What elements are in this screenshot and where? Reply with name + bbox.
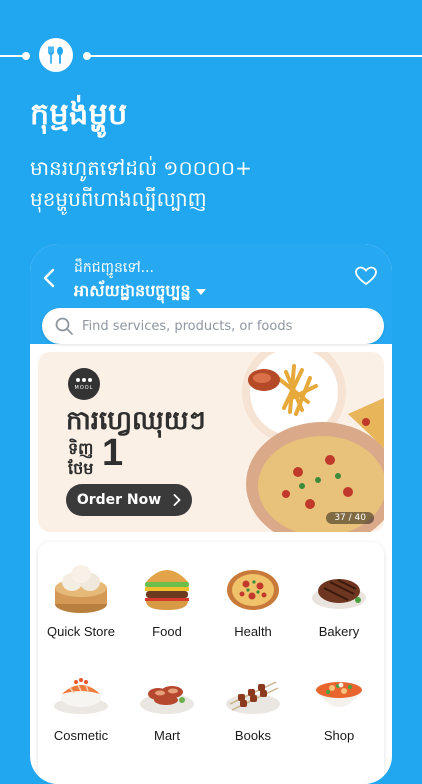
category-label: Health: [234, 624, 272, 639]
category-food[interactable]: Food: [124, 546, 210, 642]
address-selector[interactable]: អាស័យដ្ឋានបច្ចុប្បន្ន: [74, 280, 207, 304]
category-label: Food: [152, 624, 182, 639]
caret-down-icon: [196, 289, 207, 295]
favorite-button[interactable]: [354, 264, 378, 288]
carousel-page-counter: 37 / 40: [326, 512, 374, 524]
steak-icon: [312, 579, 366, 609]
app-preview: ដឹកជញ្ជូនទៅ... អាស័យដ្ឋានបច្ចុប្បន្ន Fin…: [30, 244, 392, 784]
burger-icon: [145, 570, 189, 610]
timeline-line: [0, 55, 26, 57]
timeline-line: [86, 55, 422, 57]
sushi-icon: [54, 678, 108, 714]
skewers-icon: [226, 681, 280, 714]
heart-icon: [355, 266, 377, 286]
category-mart[interactable]: Mart: [124, 650, 210, 746]
category-bakery[interactable]: Bakery: [296, 546, 382, 642]
dumpling-basket-icon: [55, 565, 107, 613]
order-now-label: Order Now: [76, 492, 162, 508]
chevron-left-icon: [43, 268, 55, 288]
category-books[interactable]: Books: [210, 650, 296, 746]
category-label: Bakery: [318, 624, 360, 639]
pizza-fries-illustration: [242, 352, 384, 532]
category-label: Books: [234, 728, 272, 743]
category-label: Shop: [323, 728, 355, 743]
category-cosmetic[interactable]: Cosmetic: [38, 650, 124, 746]
back-button[interactable]: [38, 266, 62, 290]
promo-free-count: 1: [102, 432, 124, 474]
category-label: Mart: [154, 728, 180, 743]
headline: កុម្មង់ម្ហូប: [30, 97, 128, 132]
promo-free-label: ថែម: [68, 459, 94, 478]
subtitle-line-2: មុខម្ហូបពីហាងល្បីល្បាញ: [30, 187, 207, 211]
pizza-icon: [227, 570, 279, 610]
search-placeholder: Find services, products, or foods: [82, 318, 293, 334]
order-now-button[interactable]: Order Now: [66, 484, 192, 516]
category-label: Quick Store: [47, 624, 115, 639]
address-text: អាស័យដ្ឋានបច្ចុប្បន្ន: [74, 281, 191, 300]
category-label: Cosmetic: [53, 728, 109, 743]
promo-title: ការហ្វេឈុយៗ: [66, 406, 206, 436]
brand-logo: MOOL: [68, 368, 100, 400]
category-shop[interactable]: Shop: [296, 650, 382, 746]
subtitle-line-1: មានរហូតទៅដល់ ១០០០០+: [30, 156, 252, 180]
category-quick-store[interactable]: Quick Store: [38, 546, 124, 642]
timeline-decoration: [0, 38, 422, 72]
soup-bowl-icon: [316, 682, 362, 707]
search-input[interactable]: Find services, products, or foods: [42, 308, 384, 344]
utensils-icon: [39, 38, 73, 72]
search-icon: [55, 317, 73, 335]
chevron-right-icon: [173, 494, 181, 506]
category-health[interactable]: Health: [210, 546, 296, 642]
deliver-to-label: ដឹកជញ្ជូនទៅ...: [74, 260, 155, 276]
category-grid: Quick Store Food Health Bakery Cosmetic …: [38, 542, 384, 784]
promo-banner[interactable]: MOOL ការហ្វេឈុយៗ ទិញ ថែម 1 Order Now 37 …: [38, 352, 384, 532]
roast-meat-icon: [140, 686, 194, 714]
brand-name: MOOL: [74, 385, 94, 391]
